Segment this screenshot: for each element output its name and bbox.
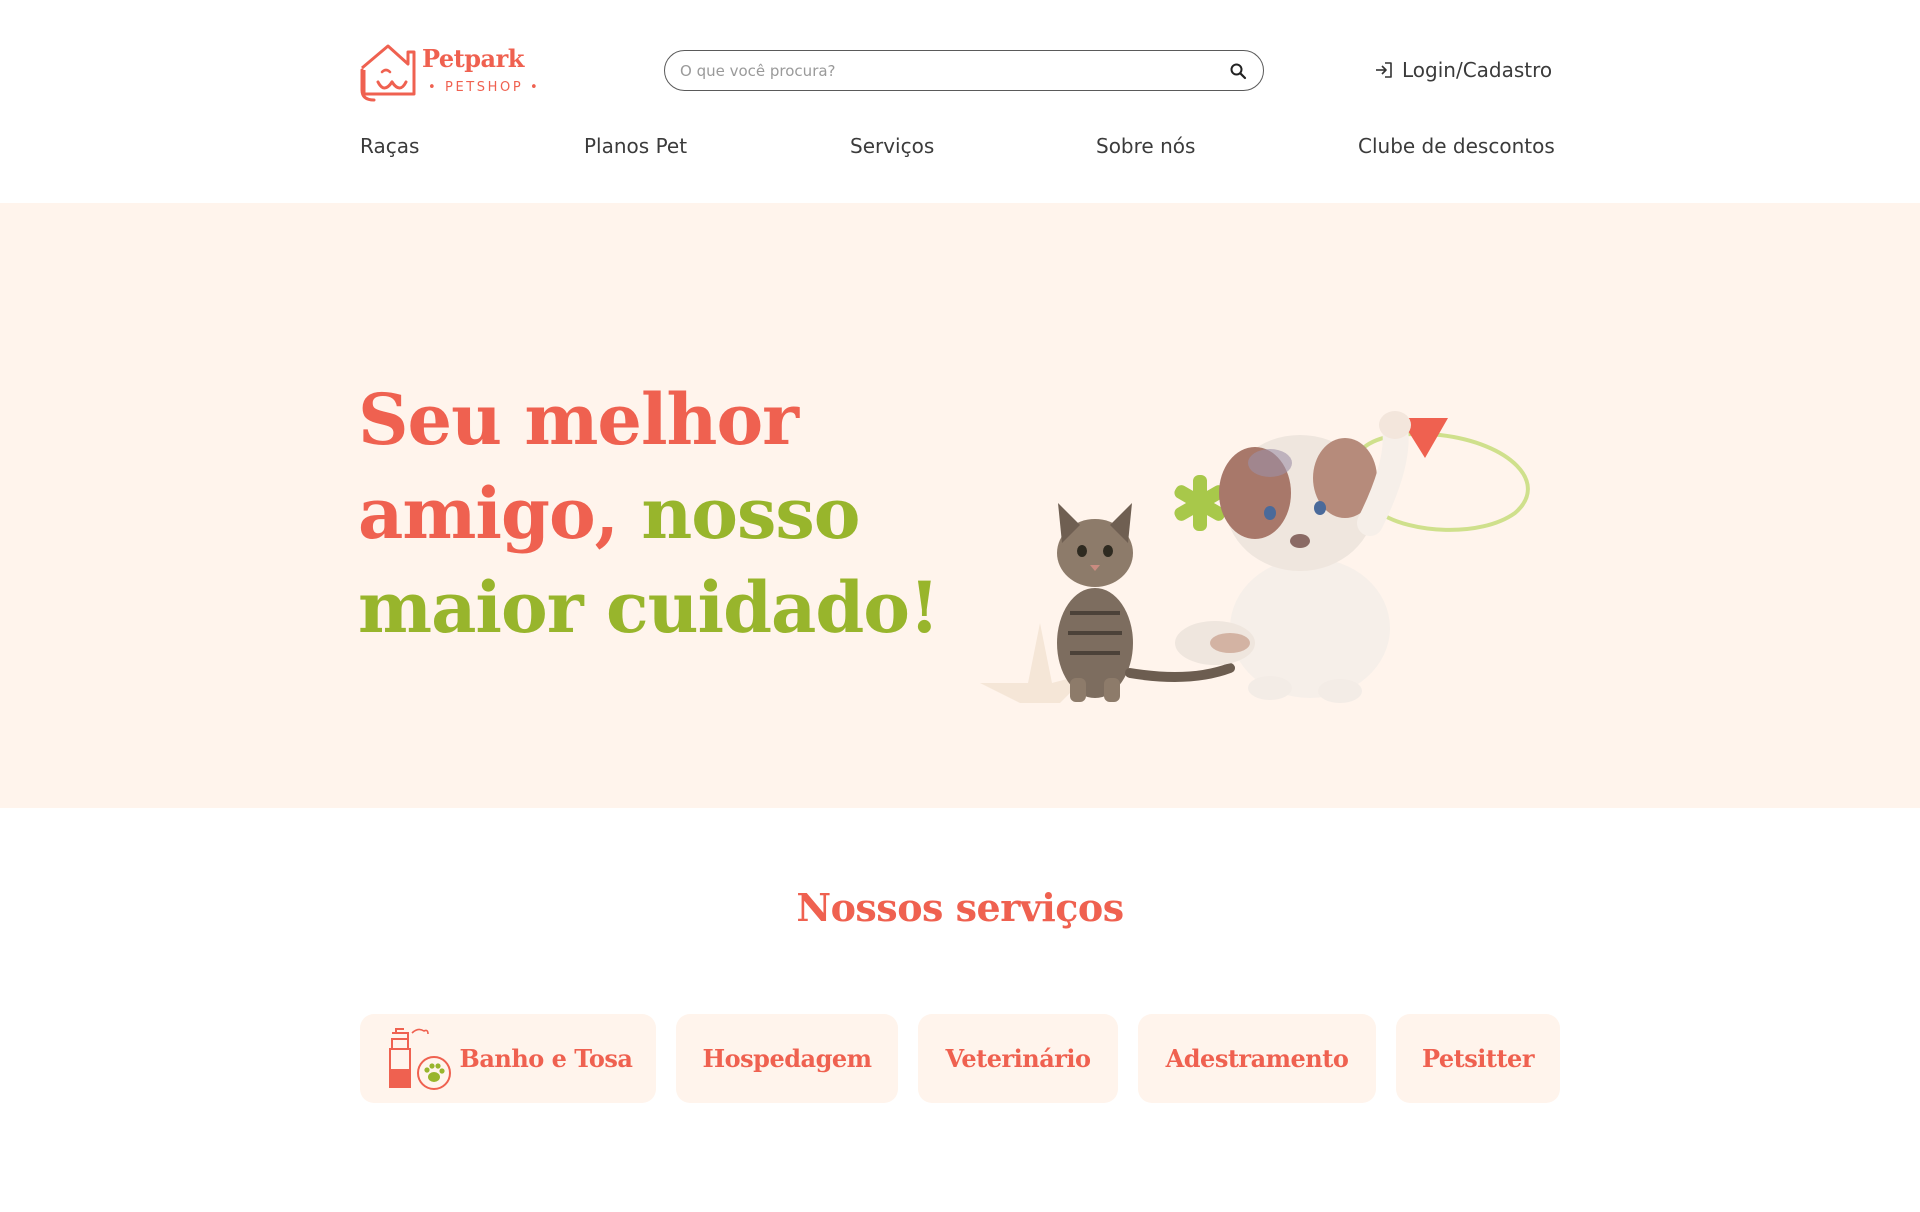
- hero-line-2-green: nosso: [641, 472, 860, 555]
- hero-line-2-coral: amigo,: [358, 472, 619, 555]
- nav-item-clube-de-descontos[interactable]: Clube de descontos: [1358, 134, 1555, 158]
- service-card-veterinario[interactable]: Veterinário: [918, 1014, 1118, 1103]
- service-label-veterinario: Veterinário: [945, 1044, 1091, 1073]
- nav-item-planos-pet[interactable]: Planos Pet: [584, 134, 687, 158]
- spray-bottle-paw-icon: [388, 1027, 451, 1090]
- hero-banner: Seu melhor amigo, nosso maior cuidado!: [0, 203, 1920, 808]
- brand-name: Petpark: [422, 44, 524, 73]
- nav-item-racas[interactable]: Raças: [360, 134, 419, 158]
- search-input[interactable]: [680, 57, 1200, 84]
- service-card-petsitter[interactable]: Petsitter: [1396, 1014, 1560, 1103]
- hero-line-3: maior cuidado!: [358, 566, 940, 649]
- hero-pets-illustration: [980, 411, 1530, 703]
- main-nav: Raças Planos Pet Serviços Sobre nós Club…: [0, 134, 1920, 164]
- cat-illustration: [1057, 503, 1235, 702]
- search-icon[interactable]: [1229, 62, 1247, 80]
- house-dog-logo-icon: [360, 44, 416, 102]
- login-icon: [1376, 62, 1392, 78]
- services-section-title: Nossos serviços: [796, 885, 1124, 930]
- brand-tagline: • PETSHOP •: [428, 80, 541, 95]
- hero-headline: Seu melhor amigo, nosso maior cuidado!: [358, 373, 940, 655]
- nav-item-sobre-nos[interactable]: Sobre nós: [1096, 134, 1195, 158]
- service-card-adestramento[interactable]: Adestramento: [1138, 1014, 1376, 1103]
- search-bar: [664, 50, 1264, 91]
- service-card-banho-e-tosa[interactable]: Banho e Tosa: [360, 1014, 656, 1103]
- login-label: Login/Cadastro: [1402, 58, 1553, 82]
- service-label-petsitter: Petsitter: [1422, 1044, 1534, 1073]
- services-list: Banho e Tosa Hospedagem Veterinário Ades…: [0, 1014, 1920, 1104]
- login-button[interactable]: Login/Cadastro: [1374, 56, 1552, 84]
- service-label-hospedagem: Hospedagem: [702, 1044, 872, 1073]
- service-label-banho-e-tosa: Banho e Tosa: [459, 1044, 633, 1073]
- puppy-illustration: [1175, 411, 1411, 703]
- hero-line-1: Seu melhor: [358, 378, 799, 461]
- service-card-hospedagem[interactable]: Hospedagem: [676, 1014, 898, 1103]
- asterisk-shape: [1174, 475, 1226, 531]
- nav-item-servicos[interactable]: Serviços: [850, 134, 934, 158]
- site-header: Petpark • PETSHOP • Login/Cadastro Raças…: [0, 0, 1920, 203]
- service-label-adestramento: Adestramento: [1165, 1044, 1349, 1073]
